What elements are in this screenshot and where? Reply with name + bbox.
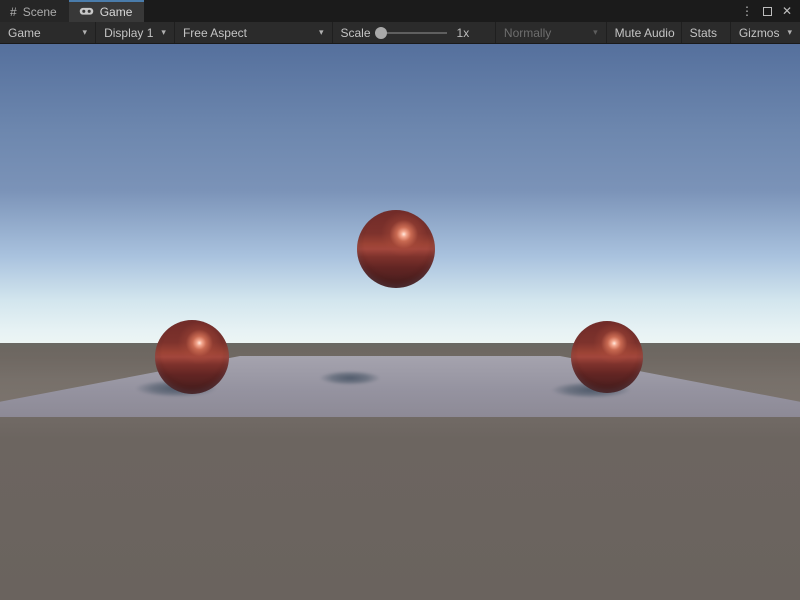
unity-game-window: # Scene Game ⋮ ✕ Game ▾ Display [0, 0, 800, 600]
tabbar-spacer [144, 0, 733, 22]
scale-slider-track [381, 32, 447, 34]
scale-label: Scale [341, 26, 371, 40]
maximize-icon[interactable] [763, 7, 772, 16]
game-view-toolbar: Game ▾ Display 1 ▾ Free Aspect ▾ Scale 1… [0, 22, 800, 44]
gizmos-dropdown[interactable]: Gizmos ▾ [731, 22, 800, 43]
view-mode-dropdown[interactable]: Game ▾ [0, 22, 96, 43]
sphere-shadow [320, 371, 380, 385]
mute-audio-label: Mute Audio [615, 26, 675, 40]
tab-game[interactable]: Game [69, 0, 145, 22]
close-icon[interactable]: ✕ [782, 4, 792, 18]
tab-scene[interactable]: # Scene [0, 0, 69, 22]
view-mode-label: Game [8, 26, 41, 40]
ground-near [0, 417, 800, 600]
kebab-menu-icon[interactable]: ⋮ [741, 4, 753, 18]
sky-gradient [0, 44, 800, 343]
play-maximize-dropdown[interactable]: Normally ▾ [496, 22, 607, 43]
scale-control: Scale 1x [333, 22, 496, 43]
window-controls: ⋮ ✕ [733, 0, 800, 22]
scale-slider-knob[interactable] [375, 27, 387, 39]
red-sphere [155, 320, 229, 394]
tab-bar: # Scene Game ⋮ ✕ [0, 0, 800, 22]
display-dropdown[interactable]: Display 1 ▾ [96, 22, 175, 43]
red-sphere [357, 210, 435, 288]
aspect-ratio-label: Free Aspect [183, 26, 247, 40]
gamepad-icon [79, 6, 94, 18]
red-sphere [571, 321, 643, 393]
scene-grid-icon: # [10, 6, 17, 18]
aspect-ratio-dropdown[interactable]: Free Aspect ▾ [175, 22, 333, 43]
tab-game-label: Game [100, 5, 133, 19]
display-label: Display 1 [104, 26, 153, 40]
scale-value: 1x [457, 26, 470, 40]
chevron-down-icon: ▾ [161, 27, 166, 38]
mute-audio-button[interactable]: Mute Audio [607, 22, 682, 43]
play-maximize-label: Normally [504, 26, 551, 40]
game-viewport[interactable] [0, 44, 800, 600]
stats-label: Stats [690, 26, 717, 40]
stats-button[interactable]: Stats [682, 22, 731, 43]
chevron-down-icon: ▾ [83, 27, 88, 38]
scale-slider[interactable] [375, 22, 447, 44]
chevron-down-icon: ▾ [319, 27, 324, 38]
chevron-down-icon: ▾ [593, 27, 598, 38]
tab-scene-label: Scene [23, 5, 57, 19]
gizmos-label: Gizmos [739, 26, 780, 40]
chevron-down-icon: ▾ [787, 27, 792, 38]
